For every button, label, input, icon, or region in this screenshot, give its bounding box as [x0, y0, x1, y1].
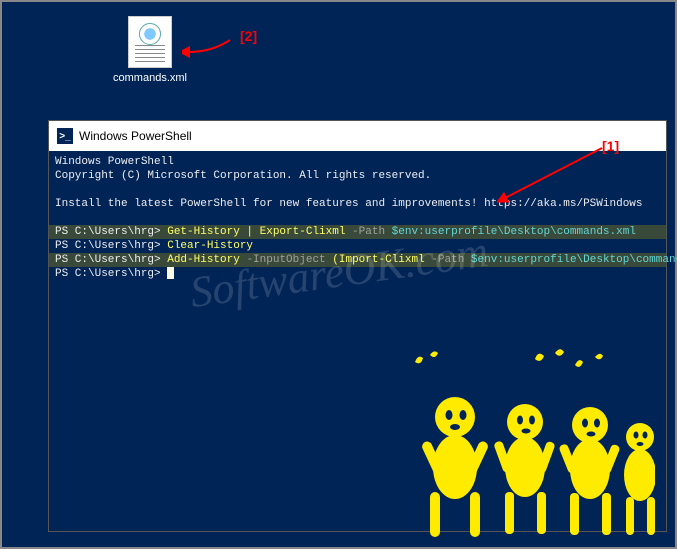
annotation-arrow-1	[497, 146, 617, 206]
terminal-token: -Path	[425, 254, 471, 266]
desktop-file-icon[interactable]: commands.xml	[110, 16, 190, 84]
terminal-token: -Path	[345, 226, 391, 238]
terminal-cursor	[167, 267, 174, 279]
xml-file-icon	[128, 16, 172, 68]
terminal-token: \Desktop\commands.xml	[497, 226, 636, 238]
terminal-body[interactable]: Windows PowerShell Copyright (C) Microso…	[49, 151, 666, 531]
terminal-blank-line	[49, 211, 666, 225]
annotation-label-2: [2]	[240, 28, 257, 44]
powershell-icon: >_	[57, 128, 73, 144]
terminal-token: (	[332, 254, 339, 266]
terminal-token: $env:userprofile	[392, 226, 498, 238]
terminal-prompt: PS C:\Users\hrg>	[55, 268, 167, 280]
terminal-command-line: PS C:\Users\hrg> Clear-History	[49, 239, 666, 253]
terminal-token: Import-Clixml	[339, 254, 425, 266]
terminal-command-line: PS C:\Users\hrg> Add-History -InputObjec…	[49, 253, 666, 267]
terminal-prompt: PS C:\Users\hrg>	[55, 226, 167, 238]
terminal-token: \Desktop\commands.xml	[577, 254, 677, 266]
terminal-token: Get-History | Export-Clixml	[167, 226, 345, 238]
terminal-prompt: PS C:\Users\hrg>	[55, 254, 167, 266]
terminal-prompt: PS C:\Users\hrg>	[55, 240, 167, 252]
desktop-file-label: commands.xml	[110, 72, 190, 84]
terminal-token: $env:userprofile	[471, 254, 577, 266]
terminal-command-line: PS C:\Users\hrg> Get-History | Export-Cl…	[49, 225, 666, 239]
terminal-token: -InputObject	[240, 254, 332, 266]
window-title: Windows PowerShell	[79, 129, 192, 143]
annotation-label-1: [1]	[602, 138, 619, 154]
terminal-token: Add-History	[167, 254, 240, 266]
terminal-command-line: PS C:\Users\hrg>	[49, 267, 666, 281]
annotation-arrow-2	[182, 32, 232, 62]
terminal-token: Clear-History	[167, 240, 253, 252]
